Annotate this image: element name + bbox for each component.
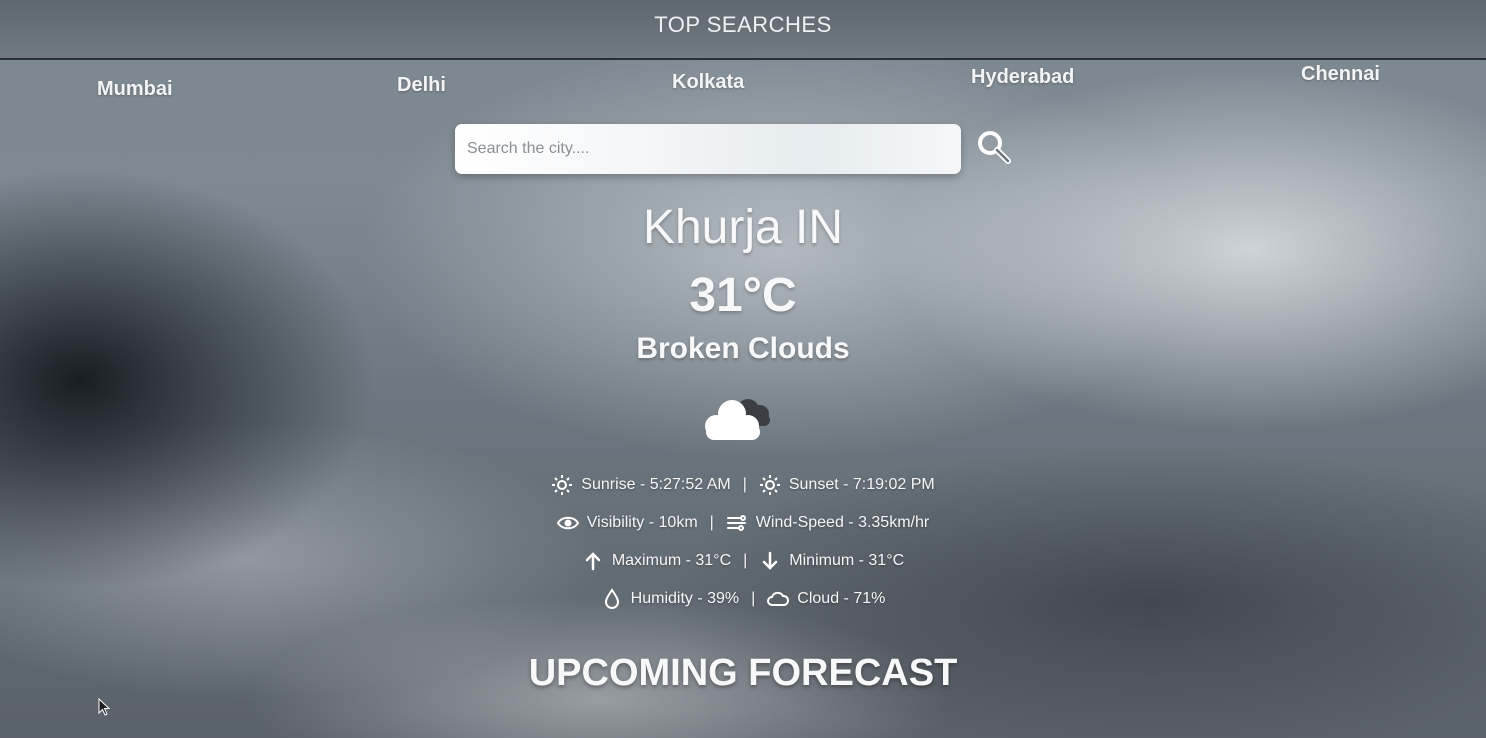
separator: | <box>709 514 714 531</box>
search-bar <box>455 124 1011 174</box>
sunrise-icon <box>552 475 573 495</box>
sunrise-text: Sunrise - 5:27:52 AM <box>581 476 731 493</box>
weather-details: Sunrise - 5:27:52 AM | Sunset - 7:19:02 … <box>0 466 1486 618</box>
top-bar: TOP SEARCHES <box>0 0 1486 60</box>
minimum-text: Minimum - 31°C <box>789 552 905 569</box>
droplet-icon <box>604 588 619 609</box>
search-icon[interactable] <box>975 128 1015 168</box>
arrow-up-icon <box>585 552 601 571</box>
weather-description: Broken Clouds <box>636 332 850 365</box>
maximum-text: Maximum - 31°C <box>611 552 732 569</box>
temperature: 31°C <box>689 269 797 322</box>
cloud-outline-icon <box>767 591 790 606</box>
city-link-kolkata[interactable]: Kolkata <box>672 71 744 94</box>
humidity-text: Humidity - 39% <box>630 590 740 607</box>
eye-icon <box>556 516 579 530</box>
sunset-icon <box>759 475 780 495</box>
mouse-pointer-icon <box>98 698 110 716</box>
separator: | <box>742 476 747 493</box>
wind-icon <box>726 515 746 531</box>
search-input[interactable] <box>455 124 961 174</box>
top-searches-title: TOP SEARCHES <box>654 12 832 37</box>
arrow-down-icon <box>763 551 778 570</box>
details-row-humidity: Humidity - 39% | Cloud - 71% <box>0 580 1486 618</box>
upcoming-forecast-heading: UPCOMING FORECAST <box>528 652 958 694</box>
top-searches-list: Mumbai Delhi Kolkata Hyderabad Chennai <box>0 62 1486 102</box>
sunset-text: Sunset - 7:19:02 PM <box>788 476 935 493</box>
city-link-hyderabad[interactable]: Hyderabad <box>971 66 1074 89</box>
city-link-delhi[interactable]: Delhi <box>397 74 446 97</box>
visibility-text: Visibility - 10km <box>586 514 698 531</box>
separator: | <box>751 590 756 607</box>
details-row-sun: Sunrise - 5:27:52 AM | Sunset - 7:19:02 … <box>0 466 1486 504</box>
city-link-chennai[interactable]: Chennai <box>1301 63 1380 86</box>
city-link-mumbai[interactable]: Mumbai <box>97 78 173 101</box>
details-row-visibility: Visibility - 10km | Wind-Speed - 3.35km/… <box>0 504 1486 542</box>
cloud-text: Cloud - 71% <box>797 590 886 607</box>
location-name: Khurja IN <box>642 201 844 254</box>
wind-speed-text: Wind-Speed - 3.35km/hr <box>755 514 930 531</box>
cloud-icon <box>705 399 770 440</box>
separator: | <box>743 552 748 569</box>
details-row-temperature: Maximum - 31°C | Minimum - 31°C <box>0 542 1486 580</box>
